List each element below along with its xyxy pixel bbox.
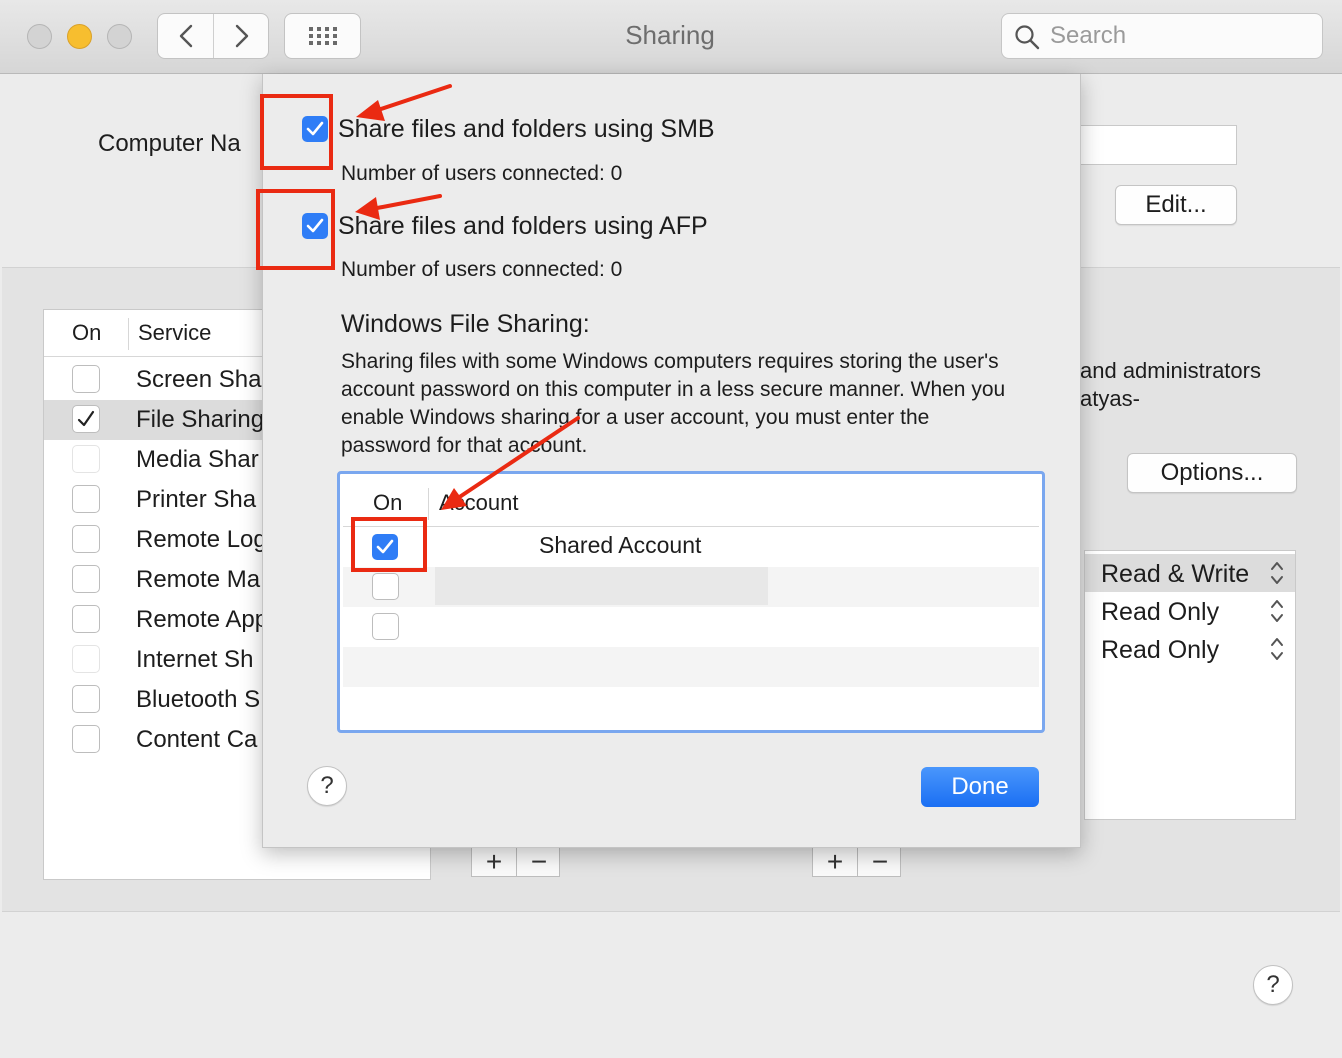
annotation-arrows — [355, 84, 580, 510]
